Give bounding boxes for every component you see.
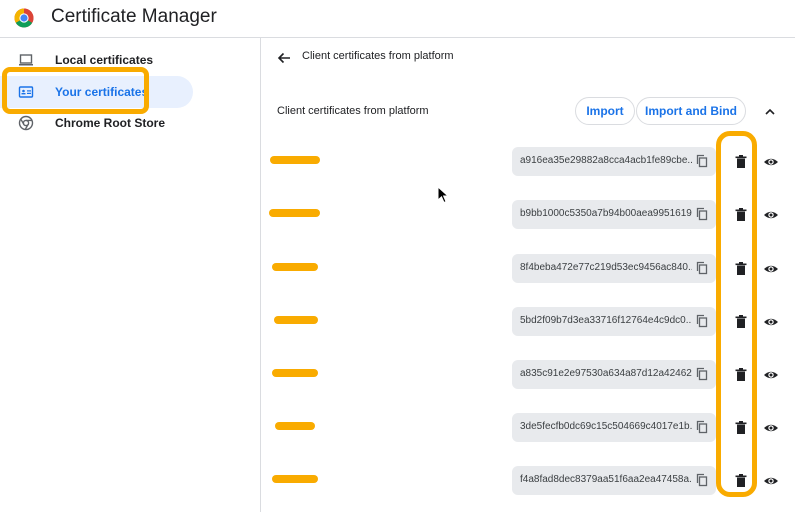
certificate-hash: b9bb1000c5350a7b94b00aea9951619... [520, 208, 692, 219]
copy-icon[interactable] [695, 154, 709, 168]
copy-icon[interactable] [695, 420, 709, 434]
certificate-hash: a835c91e2e97530a634a87d12a42462... [520, 368, 692, 379]
certificate-row: 3de5fecfb0dc69c15c504669c4017e1b... [261, 413, 795, 443]
delete-icon[interactable] [734, 420, 748, 435]
certificate-name-redacted [274, 316, 318, 324]
delete-icon[interactable] [734, 207, 748, 222]
delete-icon[interactable] [734, 473, 748, 488]
app-header: Certificate Manager [0, 0, 795, 38]
eye-icon[interactable] [763, 314, 779, 330]
sidebar-item-label: Local certificates [55, 53, 154, 67]
eye-icon[interactable] [763, 473, 779, 489]
sidebar: Local certificates Your certificates Chr… [0, 38, 260, 512]
chrome-icon [18, 115, 34, 131]
main-panel: Client certificates from platform Client… [260, 38, 795, 512]
import-button[interactable]: Import [575, 97, 635, 125]
copy-icon[interactable] [695, 314, 709, 328]
certificate-row: a916ea35e29882a8cca4acb1fe89cbe... [261, 147, 795, 177]
certificate-row: 8f4beba472e77c219d53ec9456ac840... [261, 254, 795, 284]
sidebar-item-local-certificates[interactable]: Local certificates [0, 44, 193, 76]
certificate-hash-field: b9bb1000c5350a7b94b00aea9951619... [512, 200, 716, 229]
sidebar-item-your-certificates[interactable]: Your certificates [0, 76, 193, 108]
section-title: Client certificates from platform [277, 105, 429, 117]
certificate-name-redacted [269, 209, 320, 217]
copy-icon[interactable] [695, 473, 709, 487]
certificate-row: 5bd2f09b7d3ea33716f12764e4c9dc0... [261, 307, 795, 337]
delete-icon[interactable] [734, 314, 748, 329]
copy-icon[interactable] [695, 261, 709, 275]
certificate-hash: f4a8fad8dec8379aa51f6aa2ea47458a... [520, 474, 692, 485]
eye-icon[interactable] [763, 207, 779, 223]
import-and-bind-button[interactable]: Import and Bind [636, 97, 746, 125]
certificate-row: b9bb1000c5350a7b94b00aea9951619... [261, 200, 795, 230]
certificate-name-redacted [272, 369, 318, 377]
certificate-name-redacted [275, 422, 315, 430]
delete-icon[interactable] [734, 261, 748, 276]
eye-icon[interactable] [763, 261, 779, 277]
certificate-hash: 8f4beba472e77c219d53ec9456ac840... [520, 262, 692, 273]
certificate-name-redacted [272, 263, 318, 271]
copy-icon[interactable] [695, 207, 709, 221]
certificate-name-redacted [272, 475, 318, 483]
sidebar-item-chrome-root-store[interactable]: Chrome Root Store [0, 107, 193, 139]
chevron-up-icon[interactable] [763, 105, 777, 119]
copy-icon[interactable] [695, 367, 709, 381]
delete-icon[interactable] [734, 367, 748, 382]
eye-icon[interactable] [763, 367, 779, 383]
eye-icon[interactable] [763, 420, 779, 436]
certificate-row: f4a8fad8dec8379aa51f6aa2ea47458a... [261, 466, 795, 496]
mouse-cursor-icon [437, 186, 449, 204]
eye-icon[interactable] [763, 154, 779, 170]
sidebar-item-label: Chrome Root Store [55, 116, 166, 130]
certificate-hash-field: f4a8fad8dec8379aa51f6aa2ea47458a... [512, 466, 716, 495]
chrome-logo-icon [14, 8, 34, 28]
certificate-hash-field: a916ea35e29882a8cca4acb1fe89cbe... [512, 147, 716, 176]
certificate-name-redacted [270, 156, 320, 164]
certificate-hash-field: 8f4beba472e77c219d53ec9456ac840... [512, 254, 716, 283]
certificate-hash-field: 3de5fecfb0dc69c15c504669c4017e1b... [512, 413, 716, 442]
certificate-hash: a916ea35e29882a8cca4acb1fe89cbe... [520, 155, 692, 166]
id-card-icon [18, 86, 34, 98]
certificate-hash: 3de5fecfb0dc69c15c504669c4017e1b... [520, 421, 692, 432]
back-arrow-icon[interactable] [276, 50, 292, 66]
laptop-icon [19, 54, 33, 66]
certificate-hash-field: a835c91e2e97530a634a87d12a42462... [512, 360, 716, 389]
delete-icon[interactable] [734, 154, 748, 169]
app-title: Certificate Manager [51, 6, 217, 27]
certificate-row: a835c91e2e97530a634a87d12a42462... [261, 360, 795, 390]
subpage-title: Client certificates from platform [302, 50, 454, 62]
certificate-hash-field: 5bd2f09b7d3ea33716f12764e4c9dc0... [512, 307, 716, 336]
certificate-hash: 5bd2f09b7d3ea33716f12764e4c9dc0... [520, 315, 692, 326]
sidebar-item-label: Your certificates [55, 85, 149, 99]
